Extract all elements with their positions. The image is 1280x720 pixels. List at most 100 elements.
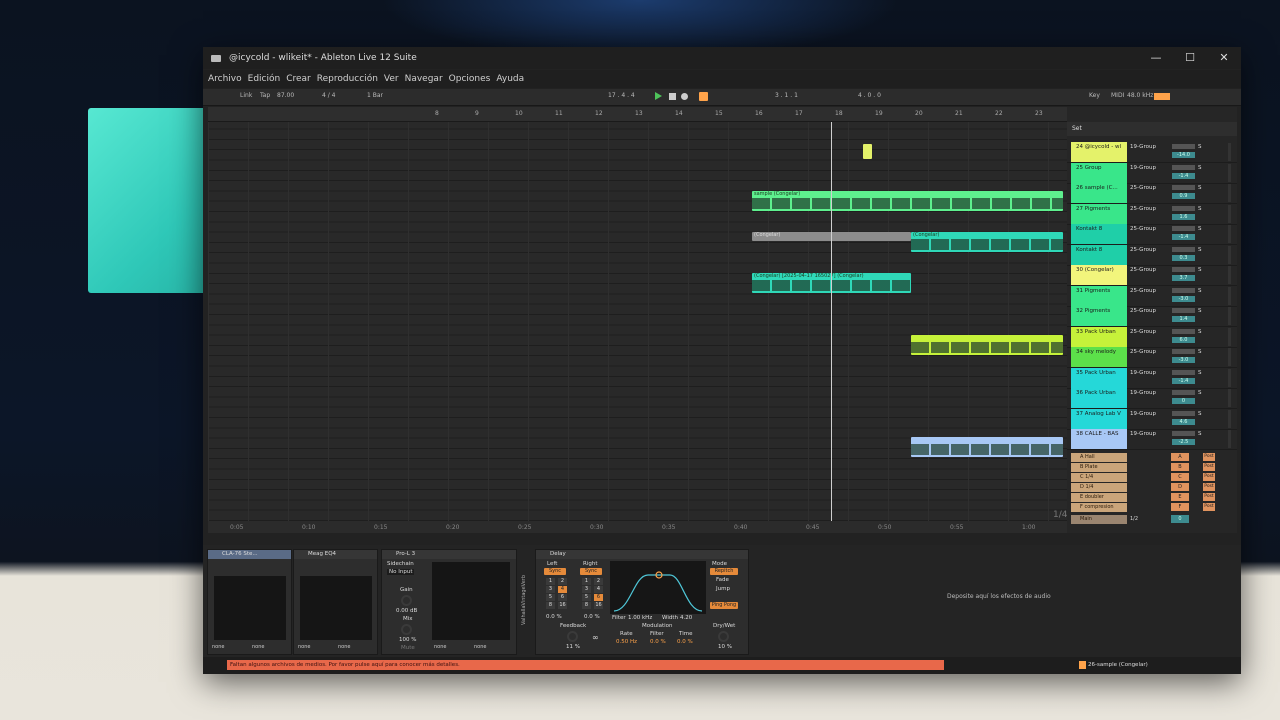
return-post-button[interactable]: Post	[1203, 463, 1215, 471]
ping-pong-button[interactable]: Ping Pong	[710, 602, 738, 609]
right-sync-button[interactable]: Sync	[580, 568, 602, 575]
device-title[interactable]: Pro-L 3	[382, 550, 516, 559]
quantize-dropdown[interactable]: 1 Bar	[367, 92, 383, 99]
playhead[interactable]	[831, 122, 832, 521]
device-delay[interactable]: Delay Left Right Sync Sync 1 2 3 4 5 6 8 16 123…	[535, 549, 749, 655]
collapsed-device-valhalla[interactable]: ValhallaVintageVerb	[521, 575, 527, 625]
menu-crear[interactable]: Crear	[286, 70, 311, 88]
main-track[interactable]: Main 1/2 0	[1067, 515, 1237, 525]
track-output-select[interactable]: 19-Group	[1130, 390, 1156, 396]
time-value[interactable]: 0.0 %	[677, 639, 693, 645]
delay-division-button[interactable]: 5	[582, 594, 591, 601]
track-output-select[interactable]: 19-Group	[1130, 370, 1156, 376]
track-header[interactable]: 36 Pack Urban 19-Group 0 S	[1067, 388, 1237, 409]
return-track[interactable]: C 1/4 C Post	[1067, 473, 1237, 483]
link-button[interactable]: Link	[240, 92, 252, 99]
return-send-letter[interactable]: A	[1171, 453, 1189, 461]
return-post-button[interactable]: Post	[1203, 483, 1215, 491]
clip-small-yellow[interactable]	[863, 144, 872, 159]
automation-arm-button[interactable]	[699, 92, 708, 101]
track-output-select[interactable]: 25-Group	[1130, 329, 1156, 335]
return-track-name[interactable]: F compresion	[1071, 503, 1127, 512]
menu-archivo[interactable]: Archivo	[208, 70, 242, 88]
track-volume-value[interactable]: -3.0	[1172, 295, 1195, 302]
solo-button[interactable]: S	[1198, 185, 1202, 191]
track-name[interactable]: 24 @icycold - wl	[1076, 144, 1128, 150]
track-name[interactable]: 27 Pigments	[1076, 206, 1128, 212]
sidechain-none-b[interactable]: none	[252, 644, 264, 650]
track-volume[interactable]	[1172, 185, 1195, 190]
track-volume[interactable]	[1172, 226, 1195, 231]
return-send-letter[interactable]: D	[1171, 483, 1189, 491]
track-name[interactable]: 30 (Congelar)	[1076, 267, 1128, 273]
drop-audio-effects-hint[interactable]: Deposite aquí los efectos de audio	[947, 593, 1051, 600]
track-volume[interactable]	[1172, 308, 1195, 313]
delay-division-button[interactable]: 6	[594, 594, 603, 601]
delay-division-button[interactable]: 8	[546, 602, 555, 609]
fade-button[interactable]: Fade	[716, 577, 729, 583]
solo-button[interactable]: S	[1198, 288, 1202, 294]
jump-button[interactable]: Jump	[716, 586, 730, 592]
filter-mod-value[interactable]: 0.0 %	[650, 639, 666, 645]
menu-reproduccion[interactable]: Reproducción	[317, 70, 378, 88]
return-track[interactable]: D 1/4 D Post	[1067, 483, 1237, 493]
delay-division-button[interactable]: 8	[582, 602, 591, 609]
close-button[interactable]: ✕	[1207, 47, 1241, 69]
track-name[interactable]: Kontakt 8	[1076, 247, 1128, 253]
solo-button[interactable]: S	[1198, 349, 1202, 355]
track-output-select[interactable]: 19-Group	[1130, 165, 1156, 171]
track-header[interactable]: 32 Pigments 25-Group 1.4 S	[1067, 306, 1237, 327]
solo-button[interactable]: S	[1198, 247, 1202, 253]
track-header[interactable]: 30 (Congelar) 25-Group 3.7 S	[1067, 265, 1237, 286]
solo-button[interactable]: S	[1198, 431, 1202, 437]
minimize-button[interactable]: —	[1139, 47, 1173, 69]
return-post-button[interactable]: Post	[1203, 493, 1215, 501]
track-volume-value[interactable]: 1.4	[1172, 316, 1195, 322]
track-name[interactable]: 34 sky melody	[1076, 349, 1128, 355]
return-track[interactable]: F compresion F Post	[1067, 503, 1237, 513]
solo-button[interactable]: S	[1198, 165, 1202, 171]
track-volume-value[interactable]: 0.9	[1172, 193, 1195, 199]
track-output-select[interactable]: 25-Group	[1130, 226, 1156, 232]
repitch-button[interactable]: Repitch	[710, 568, 738, 575]
mix-knob[interactable]	[401, 624, 412, 635]
track-header[interactable]: 34 sky melody 25-Group -3.0 S	[1067, 347, 1237, 368]
solo-button[interactable]: S	[1198, 206, 1202, 212]
delay-division-button[interactable]: 2	[594, 578, 603, 585]
sidechain-none-b[interactable]: none	[338, 644, 350, 650]
return-post-button[interactable]: Post	[1203, 503, 1215, 511]
menu-ver[interactable]: Ver	[384, 70, 399, 88]
track-name[interactable]: 37 Analog Lab V	[1076, 411, 1128, 417]
return-track-name[interactable]: B Plate	[1071, 463, 1127, 472]
track-volume-value[interactable]: 0	[1172, 398, 1195, 404]
left-sync-button[interactable]: Sync	[544, 568, 566, 575]
return-post-button[interactable]: Post	[1203, 473, 1215, 481]
device-title[interactable]: Meag EQ4	[294, 550, 377, 559]
track-name[interactable]: 33 Pack Urban	[1076, 329, 1128, 335]
main-track-name[interactable]: Main	[1071, 515, 1127, 524]
right-offset-value[interactable]: 0.0 %	[584, 614, 600, 620]
return-send-letter[interactable]: E	[1171, 493, 1189, 501]
sidechain-none-a[interactable]: none	[298, 644, 310, 650]
device-meag-eq4[interactable]: Meag EQ4 none none	[293, 549, 378, 655]
delay-division-button[interactable]: 16	[558, 602, 567, 609]
track-volume[interactable]	[1172, 164, 1195, 170]
delay-division-button[interactable]: 4	[558, 586, 567, 593]
track-volume-value[interactable]: -2.5	[1172, 439, 1195, 445]
midi-map-button[interactable]: MIDI	[1111, 92, 1124, 99]
return-track[interactable]: B Plate B Post	[1067, 463, 1237, 473]
device-cla76[interactable]: CLA-76 Ste... none none	[207, 549, 292, 655]
track-volume-value[interactable]: -1.4	[1172, 234, 1195, 240]
meter-field[interactable]: 4 / 4	[322, 92, 335, 99]
arrangement-position[interactable]: 17 . 4 . 4	[608, 92, 635, 99]
return-send-letter[interactable]: C	[1171, 473, 1189, 481]
clip-calle-bas[interactable]	[911, 437, 1063, 457]
track-volume[interactable]	[1172, 144, 1195, 149]
return-post-button[interactable]: Post	[1203, 453, 1215, 461]
left-offset-value[interactable]: 0.0 %	[546, 614, 562, 620]
mute-button[interactable]: Mute	[401, 645, 415, 651]
device-pro-l3[interactable]: Pro-L 3 Sidechain No Input Gain 0.00 dB …	[381, 549, 517, 655]
track-output-select[interactable]: 25-Group	[1130, 206, 1156, 212]
solo-button[interactable]: S	[1198, 411, 1202, 417]
track-header[interactable]: 25 Group 19-Group -1.4 S	[1067, 162, 1237, 184]
